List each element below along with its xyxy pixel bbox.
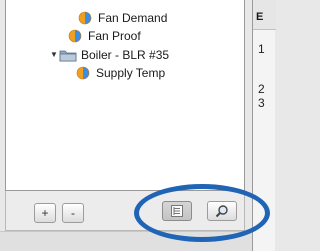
tree-item-label: Supply Temp [96,66,166,80]
row-number: 3 [258,96,265,110]
point-icon [76,66,90,80]
add-label: + [41,206,49,220]
remove-label: - [71,206,75,220]
remove-button[interactable]: - [62,203,84,223]
magnifier-icon [215,205,228,218]
folder-icon [59,50,77,62]
tree-item-label: Fan Demand [98,11,168,25]
tree-item-label: Fan Proof [88,29,141,43]
row-number: 2 [258,82,265,96]
list-view-icon [171,205,183,217]
point-icon [68,29,82,43]
detail-panel-header: E [253,0,276,30]
detail-panel: E 1 2 3 [252,0,276,251]
chevron-down-icon[interactable]: ▼ [50,47,58,63]
tree-item-label: Boiler - BLR #35 [81,48,170,62]
list-view-button[interactable] [162,201,192,221]
add-button[interactable]: + [34,203,56,223]
status-strip [0,231,252,251]
search-button[interactable] [207,201,237,221]
point-tree[interactable]: Fan Demand Fan Proof ▼ Boiler - BLR #35 … [5,0,245,191]
tree-toolbar: + - [5,191,245,231]
row-number: 1 [258,42,265,56]
point-icon [78,11,92,25]
